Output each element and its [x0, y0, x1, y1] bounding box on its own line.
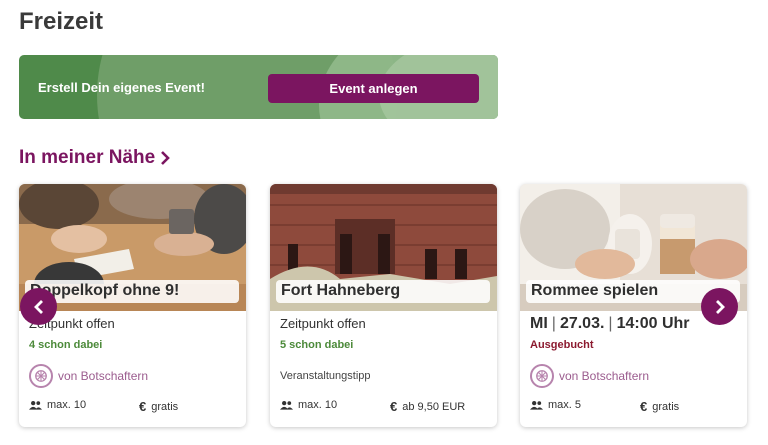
- max-capacity: max. 10: [47, 399, 87, 411]
- price: ab 9,50 EUR: [402, 400, 466, 413]
- people-icon: [530, 401, 543, 410]
- euro-icon: €: [640, 399, 648, 414]
- price: gratis: [652, 400, 680, 413]
- chevron-left-icon: [33, 299, 43, 314]
- event-title: Fort Hahneberg: [276, 280, 490, 303]
- event-clock-time: 14:00 Uhr: [616, 315, 690, 332]
- euro-icon: €: [390, 399, 398, 414]
- euro-icon: €: [139, 399, 147, 414]
- people-icon: [280, 401, 293, 410]
- max-capacity: max. 10: [298, 399, 338, 411]
- event-date: 27.03.: [559, 315, 605, 332]
- chevron-right-icon: [715, 299, 725, 314]
- event-weekday: MI: [530, 315, 548, 332]
- organizer[interactable]: von Botschaftern: [530, 364, 649, 388]
- event-card[interactable]: Fort Hahneberg Zeitpunkt offen 5 schon d…: [270, 184, 497, 427]
- price: gratis: [151, 400, 179, 413]
- event-time: Zeitpunkt offen: [280, 316, 366, 331]
- organizer-label: von Botschaftern: [58, 369, 149, 383]
- event-title: Doppelkopf ohne 9!: [25, 280, 239, 303]
- nearby-section-link[interactable]: In meiner Nähe: [19, 147, 171, 169]
- carousel-prev-button[interactable]: [20, 288, 57, 325]
- page-title: Freizeit: [19, 8, 104, 35]
- ambassador-badge-icon: [530, 364, 554, 388]
- participants-count: 5 schon dabei: [280, 339, 354, 351]
- event-tip-label: Veranstaltungstipp: [280, 370, 371, 382]
- max-capacity: max. 5: [548, 399, 582, 411]
- booking-status: Ausgebucht: [530, 339, 594, 351]
- organizer-label: von Botschaftern: [559, 369, 650, 383]
- banner-text: Erstell Dein eigenes Event!: [38, 80, 205, 95]
- chevron-right-icon: [161, 151, 171, 165]
- organizer[interactable]: von Botschaftern: [29, 364, 148, 388]
- participants-count: 4 schon dabei: [29, 339, 103, 351]
- people-icon: [29, 401, 42, 410]
- ambassador-badge-icon: [29, 364, 53, 388]
- create-event-button[interactable]: Event anlegen: [268, 74, 479, 103]
- create-event-banner: Erstell Dein eigenes Event! Event anlege…: [19, 55, 498, 119]
- carousel-next-button[interactable]: [701, 288, 738, 325]
- section-title: In meiner Nähe: [19, 147, 156, 168]
- event-datetime: MI | 27.03. | 14:00 Uhr: [530, 315, 690, 332]
